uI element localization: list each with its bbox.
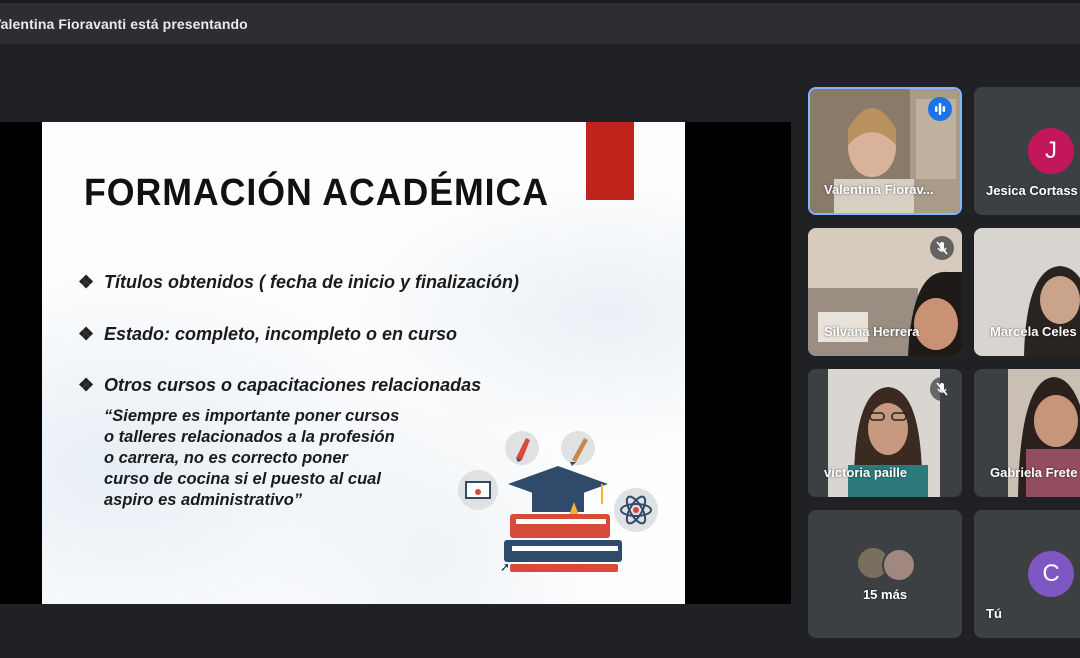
participant-tile-more[interactable]: 15 más bbox=[808, 510, 962, 638]
participant-name: Gabriela Frete bbox=[990, 465, 1078, 480]
bullet-text: Títulos obtenidos ( fecha de inicio y fi… bbox=[104, 272, 520, 292]
slide-bullet-1: ❖ Títulos obtenidos ( fecha de inicio y f… bbox=[78, 272, 519, 293]
participant-name: Marcela Celes bbox=[990, 324, 1077, 339]
participant-name: Valentina Fiorav... bbox=[824, 182, 934, 197]
speaking-indicator-icon bbox=[928, 97, 952, 121]
participant-tile-self[interactable]: C Tú bbox=[974, 510, 1080, 638]
slide-bullet-3: ❖ Otros cursos o capacitaciones relaciona… bbox=[78, 375, 481, 396]
participant-name: Silvana Herrera bbox=[824, 324, 920, 339]
participant-name: victoria paille bbox=[824, 465, 908, 480]
mic-off-icon bbox=[930, 236, 954, 260]
mouse-cursor-icon: ➚ bbox=[500, 560, 511, 574]
participant-tile-jesica[interactable]: J Jesica Cortass bbox=[974, 87, 1080, 215]
presentation-slide: FORMACIÓN ACADÉMICA ❖ Títulos obtenidos (… bbox=[42, 122, 685, 604]
participant-tile-valentina[interactable]: Valentina Fiorav... bbox=[808, 87, 962, 215]
presenter-banner: Valentina Fioravanti está presentando bbox=[0, 16, 248, 32]
participant-tile-victoria[interactable]: victoria paille bbox=[808, 369, 962, 497]
graduation-illustration bbox=[458, 431, 658, 572]
quote-line: o talleres relacionados a la profesión bbox=[104, 428, 395, 446]
bullet-text: Estado: completo, incompleto o en curso bbox=[104, 324, 458, 344]
presentation-stage[interactable]: FORMACIÓN ACADÉMICA ❖ Títulos obtenidos (… bbox=[0, 122, 791, 604]
slide-quote: “Siempre es importante poner cursos o ta… bbox=[104, 406, 444, 511]
slide-title: FORMACIÓN ACADÉMICA bbox=[84, 172, 549, 214]
bullet-mark: ❖ bbox=[78, 375, 95, 395]
bullet-mark: ❖ bbox=[78, 324, 95, 344]
avatar bbox=[882, 548, 916, 582]
avatar: C bbox=[1028, 551, 1074, 597]
participant-tile-gabriela[interactable]: Gabriela Frete bbox=[974, 369, 1080, 497]
quote-line: curso de cocina si el puesto al cual bbox=[104, 470, 381, 488]
participant-name: Tú bbox=[986, 606, 1002, 621]
quote-line: “Siempre es importante poner cursos bbox=[104, 407, 400, 425]
mic-off-icon bbox=[930, 377, 954, 401]
quote-line: aspiro es administrativo” bbox=[104, 491, 303, 509]
participant-name: Jesica Cortass bbox=[986, 183, 1078, 198]
slide-bullet-2: ❖ Estado: completo, incompleto o en curso bbox=[78, 324, 457, 345]
avatar: J bbox=[1028, 128, 1074, 174]
bullet-mark: ❖ bbox=[78, 272, 95, 292]
quote-line: o carrera, no es correcto poner bbox=[104, 449, 348, 467]
participant-tile-silvana[interactable]: Silvana Herrera bbox=[808, 228, 962, 356]
bullet-text: Otros cursos o capacitaciones relacionad… bbox=[104, 375, 482, 395]
participant-tile-marcela[interactable]: Marcela Celes bbox=[974, 228, 1080, 356]
top-bar: Valentina Fioravanti está presentando bbox=[0, 0, 1080, 44]
more-participants-count: 15 más bbox=[862, 587, 908, 602]
slide-red-accent bbox=[586, 122, 634, 200]
